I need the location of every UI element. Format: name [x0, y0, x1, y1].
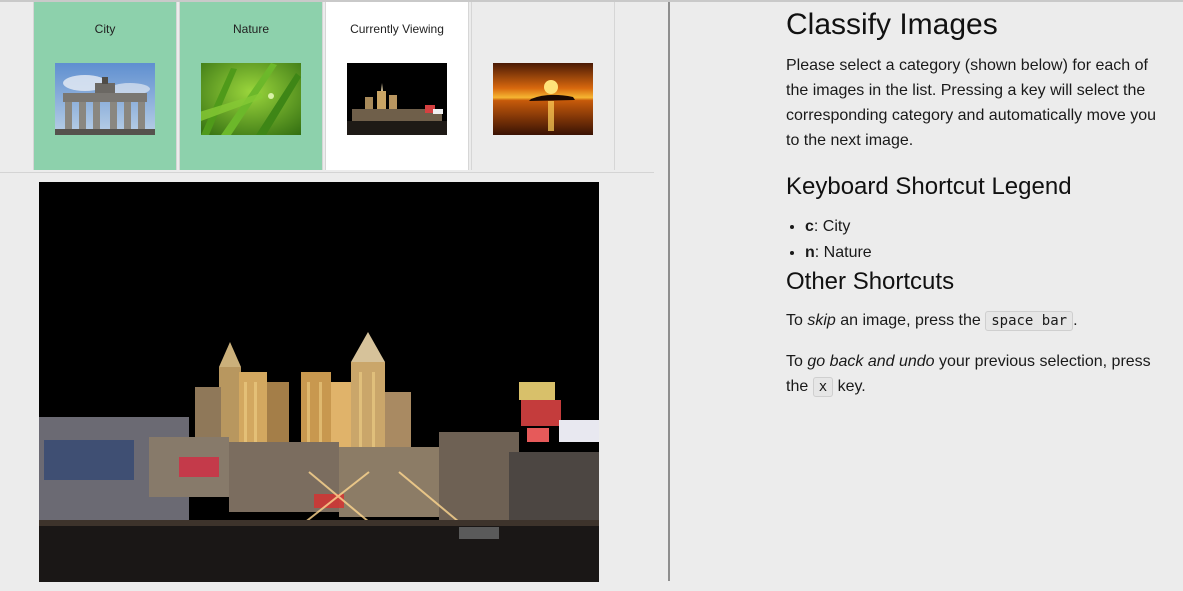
- thumbnail-strip[interactable]: City Nature Currently Viewing: [0, 2, 654, 173]
- legend-label: : City: [813, 218, 851, 235]
- green-grass-thumbnail[interactable]: [201, 63, 301, 135]
- legend-heading: Keyboard Shortcut Legend: [786, 173, 1072, 200]
- shortcut-key: c: [805, 218, 814, 235]
- legend-item-nature: n: Nature: [805, 240, 872, 266]
- thumbnail-current[interactable]: Currently Viewing: [325, 2, 469, 170]
- thumbnail-category-label: Nature: [232, 22, 270, 36]
- space-bar-key: space bar: [985, 311, 1074, 331]
- shortcut-key: n: [805, 244, 815, 261]
- undo-instruction: To go back and undo your previous select…: [786, 349, 1171, 400]
- pane-divider[interactable]: [668, 2, 670, 581]
- night-city-skyline-image: [39, 182, 599, 582]
- text-segment: To: [786, 312, 808, 329]
- thumbnail-city[interactable]: City: [33, 2, 177, 170]
- other-shortcuts-heading: Other Shortcuts: [786, 268, 955, 295]
- skip-instruction: To skip an image, press the space bar.: [786, 308, 1171, 334]
- page-title: Classify Images: [786, 8, 998, 41]
- intro-text: Please select a category (shown below) f…: [786, 57, 1156, 149]
- text-segment: To: [786, 353, 808, 370]
- text-segment: key.: [833, 378, 866, 395]
- emphasis-text: go back and undo: [807, 353, 935, 370]
- thumbnail-category-label: Currently Viewing: [350, 22, 444, 36]
- text-segment: .: [1073, 312, 1078, 329]
- thumbnail-nature[interactable]: Nature: [179, 2, 323, 170]
- thumbnail-unlabeled[interactable]: [471, 2, 615, 170]
- shortcut-legend-list: c: City n: Nature: [786, 214, 872, 266]
- sunset-lake-thumbnail[interactable]: [493, 63, 593, 135]
- classify-images-app: City Nature Currently Viewing Classify I…: [0, 0, 1183, 591]
- legend-item-city: c: City: [805, 214, 872, 240]
- legend-label: : Nature: [814, 244, 872, 261]
- x-key: x: [812, 377, 834, 397]
- emphasis-text: skip: [807, 312, 836, 329]
- thumbnail-category-label: City: [94, 22, 116, 36]
- berlin-gate-thumbnail[interactable]: [55, 63, 155, 135]
- text-segment: an image, press the: [835, 312, 986, 329]
- night-city-thumbnail[interactable]: [347, 63, 447, 135]
- image-pane: City Nature Currently Viewing: [0, 2, 668, 591]
